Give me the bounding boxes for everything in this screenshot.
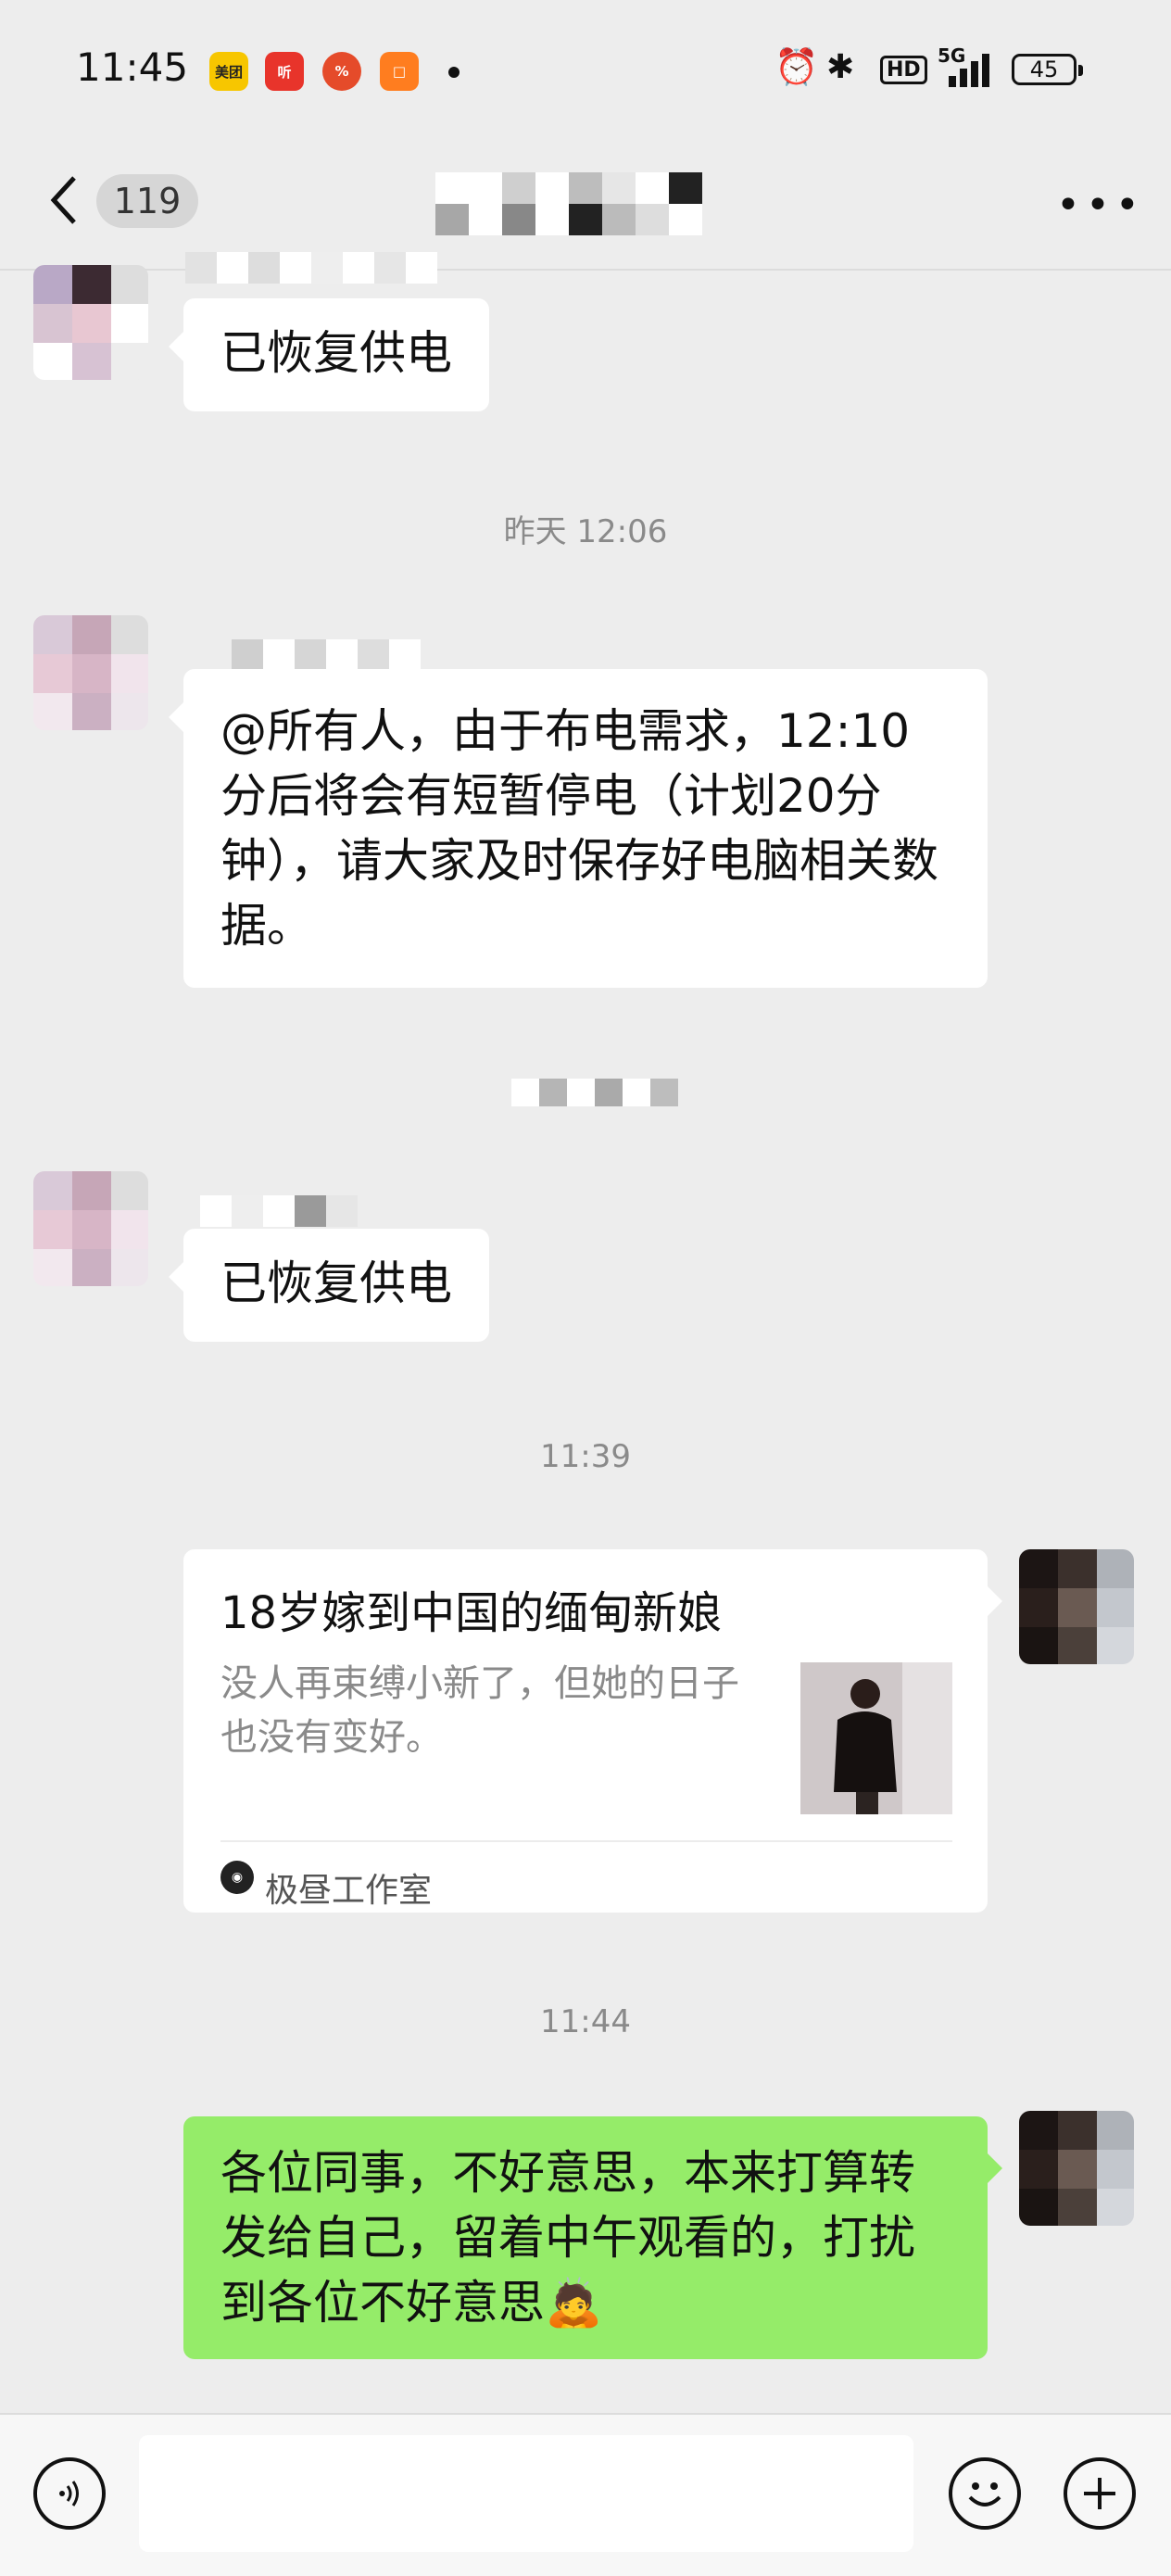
add-attachment-icon[interactable] <box>1064 2457 1136 2530</box>
article-description: 没人再束缚小新了，但她的日子也没有变好。 <box>220 1662 739 1759</box>
message-bubble[interactable]: 各位同事，不好意思，本来打算转发给自己，留着中午观看的，打扰到各位不好意思🙇 <box>183 2116 1002 2359</box>
hd-icon: HD <box>880 56 927 84</box>
avatar[interactable] <box>1019 2111 1134 2226</box>
article-source: 极昼工作室 <box>265 1872 433 1910</box>
message-bubble[interactable]: @所有人，由于布电需求，12:10分后将会有短暂停电（计划20分钟），请大家及时… <box>169 669 988 988</box>
alarm-icon: ⏰ <box>774 46 819 87</box>
message-text: 已恢复供电 <box>220 1256 452 1310</box>
bluetooth-icon: ✱ <box>826 48 855 86</box>
meituan-app-icon: 美团 <box>209 52 248 91</box>
more-options-icon[interactable]: ••• <box>1056 182 1145 229</box>
avatar[interactable] <box>33 615 148 730</box>
timestamp: 昨天 12:06 <box>503 513 668 550</box>
avatar[interactable] <box>33 1171 148 1286</box>
listen-app-icon: 听 <box>265 52 304 91</box>
header-divider <box>0 269 1171 271</box>
discount-app-icon: % <box>322 52 361 91</box>
article-title: 18岁嫁到中国的缅甸新娘 <box>220 1587 723 1639</box>
status-time: 11:45 <box>76 44 189 90</box>
article-card[interactable]: 18岁嫁到中国的缅甸新娘 没人再束缚小新了，但她的日子也没有变好。 ◉ 极昼工作… <box>183 1549 1002 1913</box>
message-text: 各位同事，不好意思，本来打算转发给自己，留着中午观看的，打扰到各位不好意思🙇 <box>220 2146 915 2330</box>
unread-count-badge[interactable]: 119 <box>96 174 198 228</box>
package-app-icon: □ <box>380 52 419 91</box>
signal-icon <box>939 54 995 87</box>
card-divider <box>220 1840 952 1842</box>
avatar[interactable] <box>33 265 148 380</box>
message-text: 已恢复供电 <box>220 326 452 380</box>
notification-dot-icon <box>448 67 460 78</box>
timestamp-redacted <box>511 1079 678 1106</box>
message-input[interactable] <box>139 2435 913 2552</box>
sender-name-redacted <box>185 252 437 284</box>
message-bubble[interactable]: 已恢复供电 <box>169 298 489 411</box>
article-thumbnail <box>800 1662 952 1814</box>
sender-name-redacted <box>200 1195 358 1227</box>
source-logo-icon: ◉ <box>220 1861 254 1894</box>
emoji-icon[interactable] <box>949 2457 1021 2530</box>
message-text: @所有人，由于布电需求，12:10分后将会有短暂停电（计划20分钟），请大家及时… <box>220 704 938 953</box>
chat-title-redacted <box>435 172 702 235</box>
timestamp: 11:44 <box>540 2003 631 2040</box>
avatar[interactable] <box>1019 1549 1134 1664</box>
sender-name-redacted <box>232 639 421 671</box>
back-chevron-icon[interactable] <box>44 172 91 228</box>
voice-input-icon[interactable] <box>33 2457 106 2530</box>
battery-icon: 45 <box>1012 54 1083 85</box>
timestamp: 11:39 <box>540 1438 631 1475</box>
message-bubble[interactable]: 已恢复供电 <box>169 1229 489 1342</box>
